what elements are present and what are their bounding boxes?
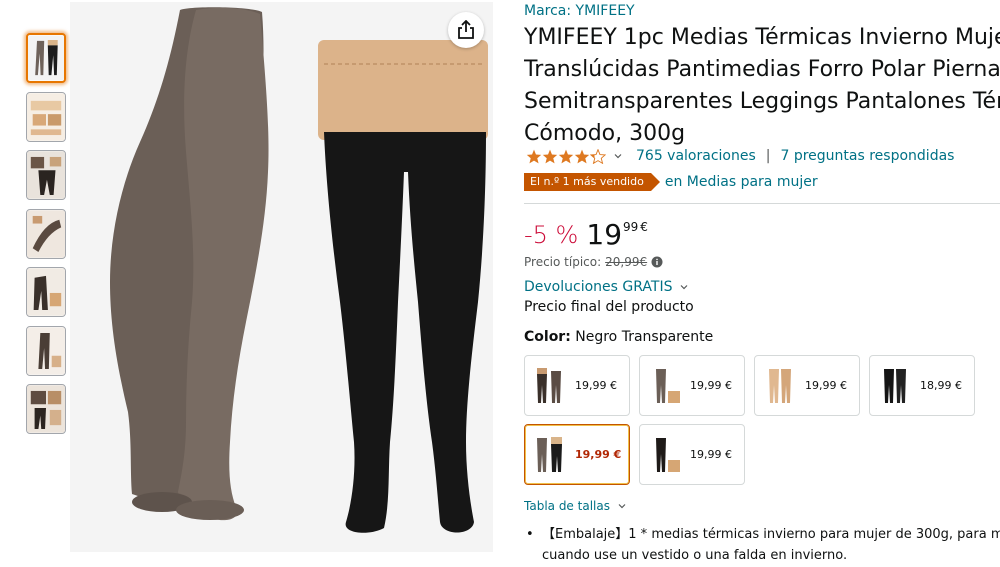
- star-icon: [574, 149, 590, 163]
- swatch-price: 18,99 €: [920, 379, 962, 392]
- star-icon: [558, 149, 574, 163]
- bullet-line: 【Embalaje】1 * medias térmicas invierno p…: [542, 527, 1000, 542]
- price-currency: €: [640, 220, 648, 234]
- price-whole: 19: [586, 218, 623, 251]
- color-swatch[interactable]: 19,99 €: [524, 355, 630, 416]
- typical-price-label: Precio típico:: [524, 255, 602, 269]
- thumbnail-7[interactable]: [26, 384, 66, 434]
- color-swatch[interactable]: 18,99 €: [869, 355, 975, 416]
- share-icon: [458, 20, 474, 39]
- brand-link[interactable]: Marca: YMIFEEY: [524, 3, 635, 19]
- color-value: Negro Transparente: [575, 329, 714, 345]
- star-icon: [526, 149, 542, 163]
- thumbnail-3[interactable]: [26, 150, 66, 200]
- swatch-price: 19,99 €: [690, 448, 732, 461]
- bullet-dot: •: [526, 527, 534, 542]
- swatch-image: [537, 367, 561, 403]
- product-details: Marca: YMIFEEY YMIFEEY 1pc Medias Térmic…: [524, 0, 1000, 567]
- swatch-image: [656, 368, 680, 403]
- swatch-price: 19,99 €: [575, 448, 622, 461]
- swatch-price: 19,99 €: [690, 379, 732, 392]
- bullet-text: 【Embalaje】1 * medias térmicas invierno p…: [524, 524, 1000, 566]
- color-swatch-selected[interactable]: 19,99 €: [524, 424, 630, 485]
- price-fraction: 99: [623, 220, 639, 234]
- color-swatch[interactable]: 19,99 €: [639, 424, 745, 485]
- separator: |: [765, 148, 771, 164]
- color-swatch[interactable]: 19,99 €: [754, 355, 860, 416]
- typical-price-value: 20,99€: [605, 255, 648, 269]
- divider: [524, 203, 1000, 204]
- thumbnail-2[interactable]: [26, 91, 66, 142]
- size-chart-link[interactable]: Tabla de tallas: [524, 499, 626, 513]
- star-rating[interactable]: [526, 148, 606, 164]
- bestseller-row: El n.º 1 más vendido en Medias para muje…: [524, 173, 818, 191]
- thumbnail-5[interactable]: [26, 267, 66, 317]
- title-line: YMIFEEY 1pc Medias Térmicas Invierno Muj…: [524, 25, 1000, 50]
- main-product-image[interactable]: [70, 2, 493, 552]
- color-swatch[interactable]: 19,99 €: [639, 355, 745, 416]
- free-returns[interactable]: Devoluciones GRATIS: [524, 279, 688, 295]
- chevron-down-icon: [681, 285, 688, 290]
- thumbnail-strip: [26, 33, 66, 443]
- star-icon: [542, 149, 558, 163]
- questions-link[interactable]: 7 preguntas respondidas: [780, 148, 954, 164]
- color-selection-label: Color: Negro Transparente: [524, 329, 713, 345]
- final-price-note: Precio final del producto: [524, 299, 694, 315]
- color-label: Color:: [524, 329, 571, 345]
- thumbnail-6[interactable]: [26, 325, 66, 376]
- thumbnail-1[interactable]: [26, 33, 66, 83]
- ratings-count-link[interactable]: 765 valoraciones: [636, 148, 756, 164]
- swatch-image: [537, 436, 562, 472]
- title-line: Semitransparentes Leggings Pantalones Té…: [524, 89, 1000, 114]
- bestseller-category-link[interactable]: en Medias para mujer: [665, 174, 818, 190]
- size-chart-label: Tabla de tallas: [524, 499, 610, 513]
- feature-bullet: • 【Embalaje】1 * medias térmicas invierno…: [524, 524, 1000, 566]
- title-line: Cómodo, 300g: [524, 121, 686, 146]
- swatch-price: 19,99 €: [805, 379, 847, 392]
- thumbnail-4[interactable]: [26, 208, 66, 259]
- rating-row: 765 valoraciones | 7 preguntas respondid…: [526, 148, 954, 164]
- swatch-image: [884, 368, 906, 403]
- discount-percent: -5 %: [524, 221, 579, 249]
- swatch-price: 19,99 €: [575, 379, 617, 392]
- chevron-down-icon[interactable]: [614, 152, 622, 160]
- price-block: -5 % 19 99 €: [524, 218, 648, 252]
- swatch-image: [656, 437, 680, 472]
- chevron-down-icon: [618, 504, 626, 509]
- free-returns-label: Devoluciones GRATIS: [524, 279, 673, 295]
- typical-price: Precio típico: 20,99€: [524, 255, 663, 269]
- info-icon[interactable]: [651, 256, 663, 268]
- product-title: YMIFEEY 1pc Medias Térmicas Invierno Muj…: [524, 22, 1000, 150]
- star-icon: [590, 148, 606, 164]
- swatch-image: [769, 368, 791, 403]
- share-button[interactable]: [448, 12, 484, 48]
- bullet-line: cuando use un vestido o una falda en inv…: [542, 548, 848, 563]
- bestseller-badge[interactable]: El n.º 1 más vendido: [524, 173, 660, 191]
- title-line: Translúcidas Pantimedias Forro Polar Pie…: [524, 57, 1000, 82]
